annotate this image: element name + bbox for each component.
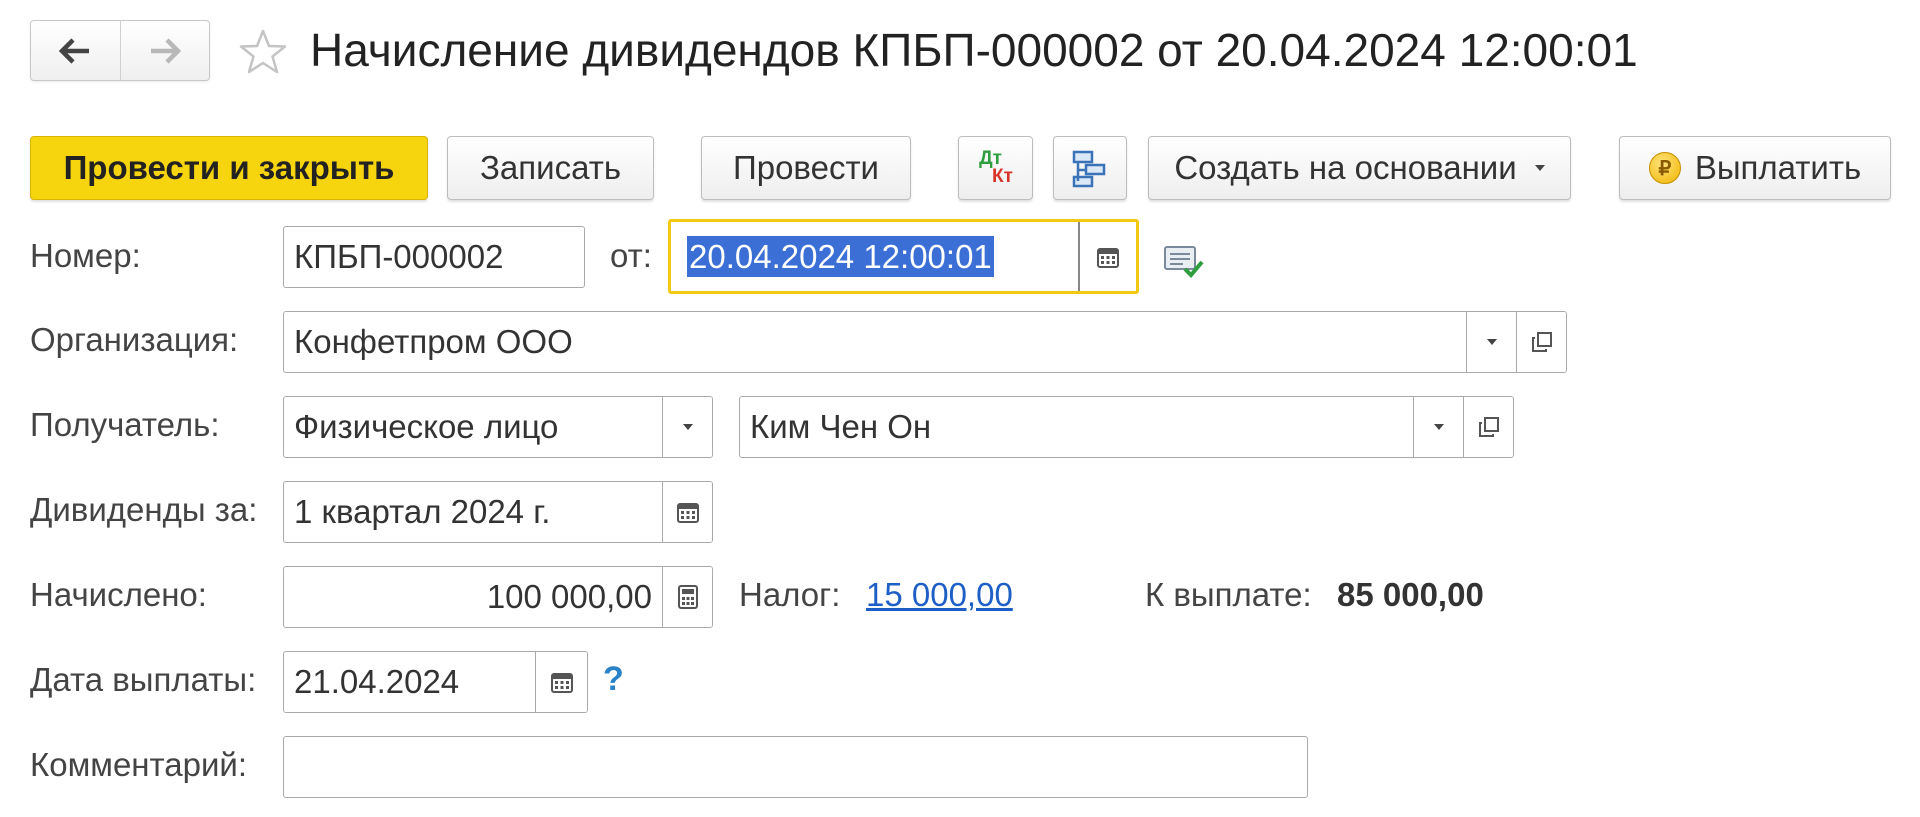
payment-date-calendar-button[interactable] [535,652,587,712]
accrued-field[interactable]: 100 000,00 [283,566,713,628]
to-pay-label: К выплате: [1145,576,1312,613]
pay-button[interactable]: ₽ Выплатить [1619,136,1891,200]
star-icon[interactable] [238,27,288,77]
organization-value: Конфетпром ООО [294,323,573,360]
dividends-for-calendar-button[interactable] [662,482,712,542]
recipient-type-field[interactable]: Физическое лицо [283,396,713,458]
organization-label: Организация: [30,321,239,358]
recipient-person-field[interactable]: Ким Чен Он [739,396,1514,458]
accrued-calculator-button[interactable] [662,567,712,627]
help-icon[interactable]: ? [603,659,624,699]
checked-document-icon[interactable] [1163,243,1205,279]
comment-label: Комментарий: [30,746,248,783]
number-value: КПБП-000002 [294,238,504,275]
post-and-close-button[interactable]: Провести и закрыть [30,136,428,200]
tax-link[interactable]: 15 000,00 [866,575,1013,615]
accrued-label: Начислено: [30,576,207,613]
document-structure-icon [1072,150,1106,188]
post-button[interactable]: Провести [701,136,911,200]
dividends-for-label: Дивиденды за: [30,491,258,528]
recipient-person-open-button[interactable] [1463,397,1513,457]
open-form-icon [1478,417,1499,437]
dt-kt-button[interactable]: Дт Кт [958,136,1033,200]
organization-field[interactable]: Конфетпром ООО [283,311,1567,373]
payment-date-label: Дата выплаты: [30,661,257,698]
recipient-type-dropdown-button[interactable] [662,397,712,457]
chevron-down-icon [1486,339,1497,345]
pay-label: Выплатить [1694,149,1862,186]
number-field[interactable]: КПБП-000002 [283,226,585,288]
arrow-left-icon [59,37,90,64]
save-label: Записать [479,149,622,186]
to-pay-value: 85 000,00 [1337,576,1484,613]
save-button[interactable]: Записать [447,136,654,200]
chevron-down-icon [1433,424,1444,430]
payment-date-field[interactable]: 21.04.2024 [283,651,588,713]
calendar-icon [1097,247,1119,268]
accrued-value: 100 000,00 [486,578,652,615]
post-label: Провести [733,149,879,186]
create-based-on-button[interactable]: Создать на основании [1148,136,1571,200]
recipient-label: Получатель: [30,406,220,443]
navigation-buttons [30,20,210,81]
open-form-icon [1531,332,1552,352]
date-value: 20.04.2024 12:00:01 [687,235,994,277]
document-structure-button[interactable] [1053,136,1127,200]
date-calendar-button[interactable] [1078,222,1136,291]
back-button[interactable] [31,21,120,80]
chevron-down-icon [1534,165,1545,171]
dividends-for-field[interactable]: 1 квартал 2024 г. [283,481,713,543]
date-field[interactable]: 20.04.2024 12:00:01 [668,219,1139,294]
page-title: Начисление дивидендов КПБП-000002 от 20.… [310,24,1638,76]
calendar-icon [550,673,573,693]
organization-dropdown-button[interactable] [1466,312,1516,372]
calculator-icon [677,585,698,609]
dividends-for-value: 1 квартал 2024 г. [294,493,551,530]
dt-kt-icon: Дт Кт [978,149,1013,187]
number-label: Номер: [30,237,141,274]
arrow-right-icon [150,37,181,64]
ruble-coin-icon: ₽ [1648,152,1681,184]
payment-date-value: 21.04.2024 [294,663,460,700]
recipient-type-value: Физическое лицо [294,408,559,445]
calendar-icon [676,503,699,523]
tax-label: Налог: [739,576,841,613]
post-and-close-label: Провести и закрыть [63,149,395,186]
forward-button[interactable] [119,21,210,80]
recipient-person-dropdown-button[interactable] [1413,397,1463,457]
create-based-on-label: Создать на основании [1174,149,1517,186]
organization-open-button[interactable] [1516,312,1566,372]
chevron-down-icon [682,424,693,430]
recipient-person-value: Ким Чен Он [750,408,932,445]
date-label: от: [610,237,652,274]
comment-field[interactable] [283,736,1308,798]
kt-label: Кт [992,166,1013,187]
